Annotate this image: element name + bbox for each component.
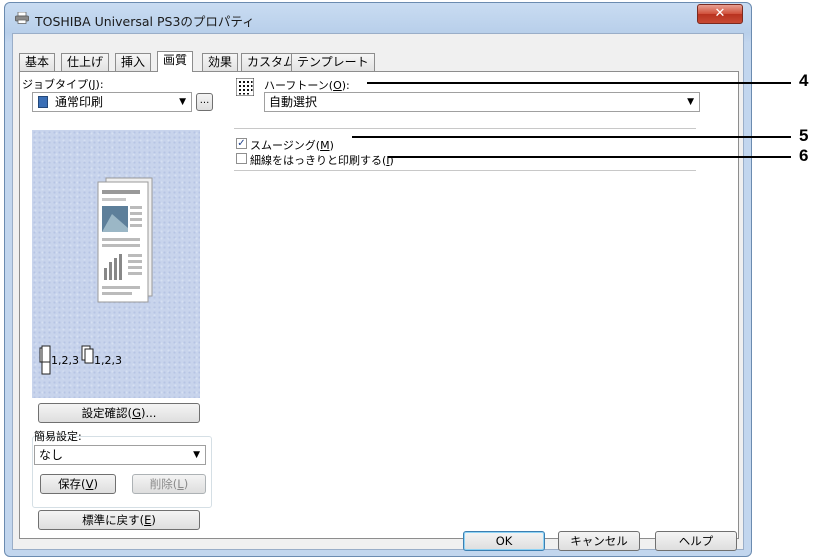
- tab-insert[interactable]: 挿入: [115, 53, 152, 71]
- window-title: TOSHIBA Universal PS3のプロパティ: [35, 14, 255, 29]
- save-button[interactable]: 保存(V): [40, 474, 116, 494]
- tab-template[interactable]: テンプレート: [291, 53, 375, 71]
- job-type-label-end: ):: [95, 78, 104, 91]
- chevron-down-icon: ▼: [687, 97, 694, 107]
- confirm-settings-button[interactable]: 設定確認(G)...: [38, 403, 200, 423]
- restore-defaults-button[interactable]: 標準に戻す(E): [38, 510, 200, 530]
- smoothing-label[interactable]: スムージング(M): [250, 137, 334, 153]
- copies-text-1: 1,2,3: [51, 354, 79, 367]
- properties-window: TOSHIBA Universal PS3のプロパティ ✕ 基本 仕上げ 挿入 …: [4, 2, 752, 557]
- quick-setting-value: なし: [39, 448, 64, 462]
- job-type-select[interactable]: 通常印刷 ▼: [32, 92, 192, 112]
- image-quality-panel: ジョブタイプ(J): 通常印刷 ▼ ... 1,2,3 1,2,3 設定確認(G…: [19, 71, 739, 539]
- quick-setting-select[interactable]: なし ▼: [34, 445, 206, 465]
- callout-4: 4: [799, 71, 809, 90]
- ok-button[interactable]: OK: [463, 531, 545, 551]
- halftone-hotkey: O: [333, 79, 342, 92]
- halftone-label: ハーフトーン(O):: [264, 77, 350, 93]
- callout-6: 6: [799, 146, 809, 165]
- copies-text-2: 1,2,3: [94, 354, 122, 367]
- restore-defaults-label-end: ): [151, 513, 156, 527]
- tab-image-quality[interactable]: 画質: [157, 51, 194, 72]
- job-type-value: 通常印刷: [55, 95, 104, 109]
- smoothing-label-text: スムージング(: [250, 139, 321, 152]
- chevron-down-icon: ▼: [179, 97, 186, 107]
- fine-lines-checkbox[interactable]: [236, 153, 247, 164]
- tab-effects[interactable]: 効果: [202, 53, 239, 71]
- halftone-select[interactable]: 自動選択 ▼: [264, 92, 700, 112]
- dialog-client-area: 基本 仕上げ 挿入 画質 効果 カスタム テンプレート ジョブタイプ(J): 通…: [12, 33, 744, 551]
- callout-5: 5: [799, 126, 809, 145]
- tab-basic[interactable]: 基本: [19, 53, 56, 71]
- save-button-label-end: ): [93, 477, 98, 491]
- document-icon: [38, 96, 48, 108]
- title-bar[interactable]: TOSHIBA Universal PS3のプロパティ ✕: [5, 3, 751, 33]
- job-type-more-button[interactable]: ...: [196, 93, 213, 111]
- smoothing-checkbox[interactable]: ✓: [236, 138, 247, 149]
- job-type-label: ジョブタイプ(J):: [22, 76, 104, 92]
- chevron-down-icon: ▼: [193, 450, 200, 460]
- delete-button-label-end: ): [183, 477, 189, 491]
- delete-button[interactable]: 削除(L): [132, 474, 206, 494]
- delete-button-label: 削除(: [149, 477, 178, 491]
- confirm-settings-label: 設定確認(: [81, 406, 133, 420]
- printer-icon: [15, 12, 29, 24]
- separator: [234, 128, 696, 129]
- halftone-label-end: ):: [341, 79, 350, 92]
- save-button-label: 保存(: [58, 477, 86, 491]
- job-type-label-text: ジョブタイプ(: [22, 78, 93, 91]
- separator: [234, 170, 696, 171]
- confirm-settings-label-end: )...: [140, 406, 157, 420]
- fine-lines-label[interactable]: 細線をはっきりと印刷する(I): [250, 152, 394, 168]
- print-preview: 1,2,3 1,2,3: [32, 130, 200, 398]
- tab-finishing[interactable]: 仕上げ: [61, 53, 110, 71]
- help-button[interactable]: ヘルプ: [655, 531, 737, 551]
- callout-line-4: [367, 82, 791, 84]
- halftone-label-text: ハーフトーン(: [264, 79, 334, 92]
- smoothing-label-end: ): [329, 139, 334, 152]
- confirm-settings-hotkey: G: [132, 406, 141, 420]
- quick-setting-label: 簡易設定:: [34, 430, 82, 443]
- cancel-button[interactable]: キャンセル: [558, 531, 640, 551]
- callout-line-5: [352, 136, 791, 138]
- smoothing-hotkey: M: [320, 139, 330, 152]
- fine-lines-label-text: 細線をはっきりと印刷する(: [250, 154, 387, 167]
- close-button[interactable]: ✕: [697, 4, 743, 24]
- restore-defaults-label: 標準に戻す(: [82, 513, 145, 527]
- halftone-value: 自動選択: [269, 95, 318, 109]
- halftone-icon: [236, 78, 254, 96]
- callout-line-6: [388, 156, 791, 158]
